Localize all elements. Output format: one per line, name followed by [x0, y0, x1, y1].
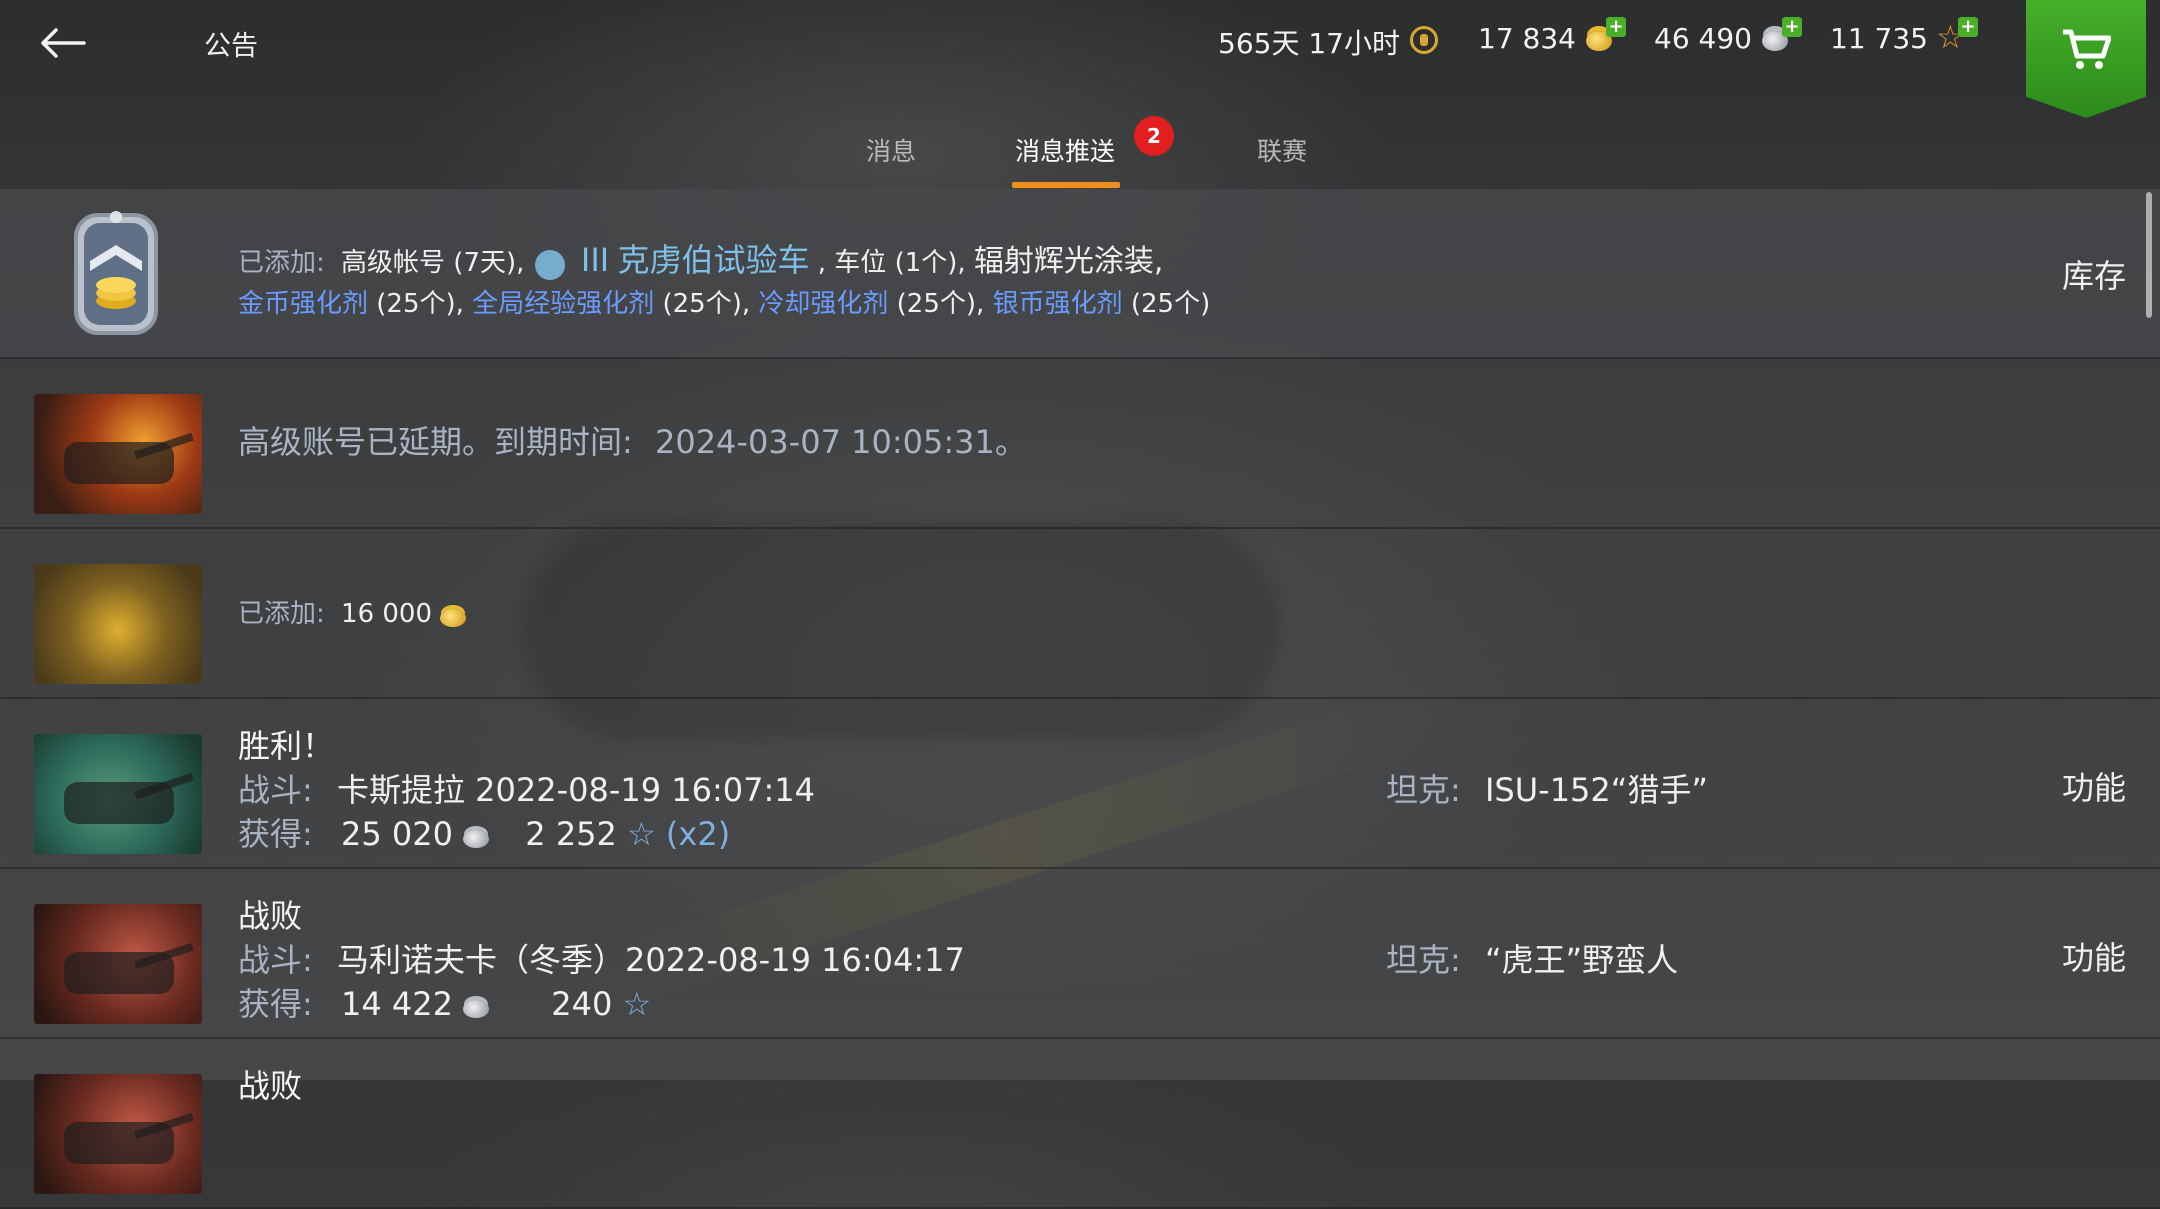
xp-star-icon: ☆	[627, 815, 656, 853]
message-row-premium-extended[interactable]: 高级账号已延期。到期时间: 2024-03-07 10:05:31。	[0, 359, 2160, 529]
tank-class-icon	[533, 247, 573, 281]
camo-item: 辐射辉光涂装,	[973, 244, 1164, 279]
tank-info: 坦克: ISU-152“猎手”	[1386, 765, 1708, 811]
list-scrollbar[interactable]	[2146, 192, 2152, 318]
message-row-battle-defeat-partial[interactable]: 战败	[0, 1039, 2160, 1209]
xp-multiplier: (x2)	[665, 815, 731, 853]
tank-name: ISU-152“猎手”	[1484, 771, 1708, 809]
message-row-reward-bundle[interactable]: 已添加: 高级帐号 (7天), III 克虏伯试验车 , 车位 (1个), 辐射…	[0, 189, 2160, 359]
battle-map-time: 卡斯提拉 2022-08-19 16:07:14	[336, 771, 816, 809]
tank-info: 坦克: “虎王”野蛮人	[1386, 935, 1678, 981]
tank-label: 坦克:	[1386, 941, 1461, 979]
booster-silver-count: (25个)	[1130, 289, 1211, 319]
premium-account-item: 高级帐号 (7天),	[341, 248, 525, 278]
battle-result-title: 战败	[238, 1067, 303, 1105]
add-silver-icon[interactable]: +	[1781, 16, 1802, 37]
premium-medal-icon	[1408, 26, 1440, 58]
victory-thumbnail	[34, 734, 202, 854]
booster-gold-link[interactable]: 金币强化剂	[238, 289, 368, 319]
add-gold-icon[interactable]: +	[1605, 16, 1626, 37]
battle-label: 战斗:	[238, 941, 313, 979]
dogtag-icon	[74, 211, 158, 335]
details-button[interactable]: 功能	[2062, 763, 2126, 809]
earnings-label: 获得:	[238, 985, 313, 1023]
booster-silver-link[interactable]: 银币强化剂	[993, 289, 1123, 319]
tab-bar: 消息 消息推送 联赛	[0, 120, 2160, 188]
message-list: 已添加: 高级帐号 (7天), III 克虏伯试验车 , 车位 (1个), 辐射…	[0, 189, 2160, 1209]
booster-xp-count: (25个),	[662, 289, 751, 319]
silver-value: 46 490	[1654, 22, 1752, 55]
xp-earned: 240	[551, 985, 613, 1023]
gold-value: 17 834	[1478, 22, 1576, 55]
added-label: 已添加:	[238, 248, 325, 278]
premium-extended-text: 高级账号已延期。到期时间:	[238, 423, 633, 461]
page-title: 公告	[204, 31, 258, 62]
earnings-line: 获得: 25 020 2 252 ☆ (x2)	[238, 809, 730, 855]
added-label: 已添加:	[238, 599, 325, 629]
silver-balance[interactable]: 46 490 +	[1654, 16, 1802, 55]
vehicle-name[interactable]: 克虏伯试验车	[618, 241, 810, 279]
silver-earned: 25 020	[340, 815, 453, 853]
defeat-thumbnail	[34, 1074, 202, 1194]
xp-star-icon: ☆	[622, 985, 652, 1023]
premium-timer[interactable]: 565天 17小时	[1218, 22, 1440, 62]
reward-line-1: 已添加: 高级帐号 (7天), III 克虏伯试验车 , 车位 (1个), 辐射…	[238, 235, 1163, 281]
tab-messages[interactable]: 消息	[866, 132, 916, 168]
garage-slot-item: , 车位 (1个),	[817, 248, 966, 278]
battle-map-time: 马利诺夫卡（冬季）2022-08-19 16:04:17	[336, 941, 965, 979]
defeat-thumbnail	[34, 904, 202, 1024]
gold-added-amount: 16 000	[341, 599, 433, 629]
premium-extended-text-line: 高级账号已延期。到期时间: 2024-03-07 10:05:31。	[238, 417, 1027, 463]
cart-icon	[2063, 29, 2111, 69]
silver-coin-icon	[463, 996, 490, 1018]
star-icon: ☆ +	[1936, 16, 1978, 55]
battle-fire-thumbnail	[34, 394, 202, 514]
add-xp-icon[interactable]: +	[1957, 16, 1978, 37]
gold-coin-icon	[440, 605, 467, 627]
gold-added-line: 已添加: 16 000	[238, 593, 467, 630]
active-tab-indicator	[1012, 182, 1120, 188]
battle-result-title: 胜利！	[238, 727, 335, 765]
shop-button[interactable]	[2026, 0, 2146, 118]
battle-info-line: 战斗: 马利诺夫卡（冬季）2022-08-19 16:04:17	[238, 935, 965, 981]
silver-earned: 14 422	[340, 985, 453, 1023]
tab-push-messages[interactable]: 消息推送	[1015, 132, 1115, 168]
earnings-label: 获得:	[238, 815, 313, 853]
silver-coin-icon	[463, 826, 490, 848]
message-row-gold-added[interactable]: 已添加: 16 000	[0, 529, 2160, 699]
premium-time-value: 565天 17小时	[1218, 27, 1400, 60]
gold-coin-icon: +	[1584, 16, 1626, 55]
booster-xp-link[interactable]: 全局经验强化剂	[472, 289, 654, 319]
premium-expiry-date: 2024-03-07 10:05:31。	[654, 423, 1027, 461]
top-bar: 公告 565天 17小时 17 834 + 46 490 + 11 735 ☆ +	[0, 0, 2160, 118]
tier-label: III	[580, 241, 610, 279]
xp-earned: 2 252	[525, 815, 617, 853]
tab-league[interactable]: 联赛	[1257, 132, 1307, 168]
message-row-battle-victory[interactable]: 胜利！ 战斗: 卡斯提拉 2022-08-19 16:07:14 坦克: ISU…	[0, 699, 2160, 869]
gold-balance[interactable]: 17 834 +	[1478, 16, 1626, 55]
back-button[interactable]	[40, 18, 110, 68]
back-arrow-icon	[41, 28, 86, 58]
tank-label: 坦克:	[1386, 771, 1461, 809]
gold-chest-thumbnail	[34, 564, 202, 684]
silver-coin-icon: +	[1760, 16, 1802, 55]
battle-info-line: 战斗: 卡斯提拉 2022-08-19 16:07:14	[238, 765, 815, 811]
booster-cooldown-link[interactable]: 冷却强化剂	[758, 289, 888, 319]
battle-label: 战斗:	[238, 771, 313, 809]
reward-line-2: 金币强化剂 (25个), 全局经验强化剂 (25个), 冷却强化剂 (25个),…	[238, 283, 1210, 320]
details-button[interactable]: 功能	[2062, 933, 2126, 979]
tank-name: “虎王”野蛮人	[1484, 941, 1679, 979]
booster-gold-count: (25个),	[376, 289, 464, 319]
earnings-line: 获得: 14 422 240 ☆	[238, 979, 651, 1025]
booster-cooldown-count: (25个),	[896, 289, 985, 319]
inventory-button[interactable]: 库存	[2062, 251, 2126, 297]
message-row-battle-defeat[interactable]: 战败 战斗: 马利诺夫卡（冬季）2022-08-19 16:04:17 坦克: …	[0, 869, 2160, 1039]
notification-badge: 2	[1134, 116, 1174, 156]
free-xp-balance[interactable]: 11 735 ☆ +	[1830, 16, 1978, 55]
free-xp-value: 11 735	[1830, 22, 1928, 55]
battle-result-title: 战败	[238, 897, 303, 935]
